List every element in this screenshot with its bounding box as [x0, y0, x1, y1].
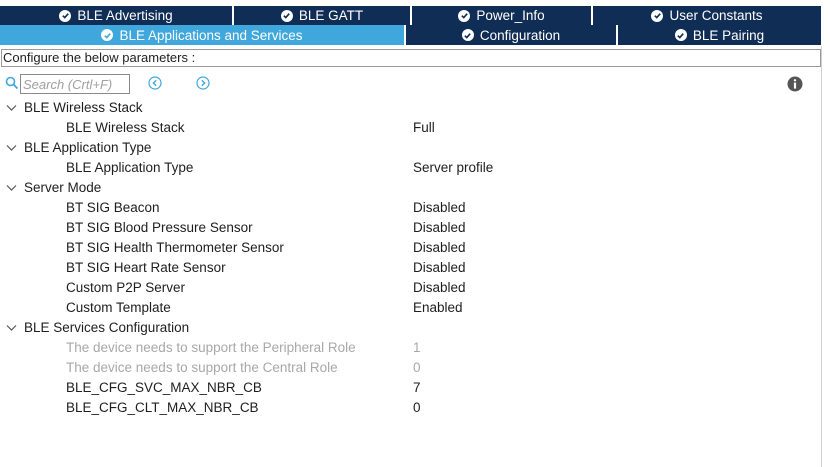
param-row[interactable]: Custom P2P Server Disabled	[0, 278, 830, 298]
check-circle-icon	[280, 9, 293, 22]
panel-edge	[821, 46, 822, 467]
param-label: BT SIG Heart Rate Sensor	[66, 260, 226, 275]
param-row[interactable]: BT SIG Blood Pressure Sensor Disabled	[0, 218, 830, 238]
group-ble-services-configuration[interactable]: BLE Services Configuration	[0, 318, 830, 338]
search-icon	[5, 76, 19, 90]
param-row[interactable]: BT SIG Heart Rate Sensor Disabled	[0, 258, 830, 278]
param-value[interactable]: Disabled	[413, 198, 466, 218]
group-ble-application-type[interactable]: BLE Application Type	[0, 138, 830, 158]
tab-user-constants[interactable]: User Constants	[593, 6, 821, 25]
tab-label: BLE Applications and Services	[119, 27, 303, 43]
check-circle-icon	[101, 29, 114, 41]
param-row[interactable]: BT SIG Beacon Disabled	[0, 198, 830, 218]
tab-label: Power_Info	[476, 8, 545, 23]
param-value[interactable]: 7	[413, 378, 421, 398]
param-row[interactable]: BT SIG Health Thermometer Sensor Disable…	[0, 238, 830, 258]
group-label: BLE Services Configuration	[24, 320, 190, 335]
param-value: 1	[413, 340, 421, 355]
param-value[interactable]: Enabled	[413, 298, 463, 318]
param-row[interactable]: BLE Wireless Stack Full	[0, 118, 830, 138]
param-value[interactable]: Disabled	[413, 238, 466, 258]
param-label: BLE_CFG_CLT_MAX_NBR_CB	[66, 400, 259, 415]
tab-label: User Constants	[669, 8, 763, 23]
param-value[interactable]: Disabled	[413, 218, 466, 238]
chevron-down-icon[interactable]	[6, 104, 17, 112]
param-label: Custom Template	[66, 300, 171, 315]
param-value[interactable]: Full	[413, 118, 435, 138]
parameter-tree: BLE Wireless Stack BLE Wireless Stack Fu…	[0, 98, 830, 418]
check-circle-icon	[674, 29, 687, 41]
param-row[interactable]: BLE_CFG_SVC_MAX_NBR_CB 7	[0, 378, 830, 398]
group-ble-wireless-stack[interactable]: BLE Wireless Stack	[0, 98, 830, 118]
tab-ble-gatt[interactable]: BLE GATT	[234, 6, 412, 25]
tab-bar: BLE Advertising BLE GATT Power_Info User…	[0, 0, 830, 46]
search-bar	[0, 72, 830, 96]
chevron-down-icon[interactable]	[6, 324, 17, 332]
param-row: The device needs to support the Peripher…	[0, 338, 830, 358]
check-circle-icon	[59, 9, 72, 22]
chevron-down-icon[interactable]	[6, 184, 17, 192]
param-row[interactable]: BLE Application Type Server profile	[0, 158, 830, 178]
info-icon[interactable]	[787, 76, 803, 92]
configure-parameters-label: Configure the below parameters :	[1, 49, 821, 67]
param-label: BLE_CFG_SVC_MAX_NBR_CB	[66, 380, 262, 395]
check-circle-icon	[651, 9, 664, 22]
param-label: The device needs to support the Peripher…	[66, 340, 356, 355]
check-circle-icon	[461, 29, 474, 41]
tab-ble-applications-and-services[interactable]: BLE Applications and Services	[0, 25, 406, 45]
param-value[interactable]: Server profile	[413, 158, 493, 178]
search-input[interactable]	[20, 74, 130, 94]
chevron-left-circle-icon[interactable]	[148, 76, 162, 90]
chevron-down-icon[interactable]	[6, 144, 17, 152]
param-row: The device needs to support the Central …	[0, 358, 830, 378]
param-label: BLE Application Type	[66, 160, 194, 175]
param-label: The device needs to support the Central …	[66, 360, 338, 375]
chevron-right-circle-icon[interactable]	[196, 76, 210, 90]
tab-configuration[interactable]: Configuration	[406, 25, 618, 45]
group-label: BLE Wireless Stack	[24, 100, 143, 115]
param-label: BLE Wireless Stack	[66, 120, 185, 135]
tab-label: Configuration	[479, 27, 561, 43]
param-value[interactable]: 0	[413, 398, 421, 418]
check-circle-icon	[458, 9, 471, 22]
param-label: Custom P2P Server	[66, 280, 186, 295]
tab-label: BLE GATT	[298, 8, 364, 23]
param-label: BT SIG Blood Pressure Sensor	[66, 220, 253, 235]
tab-ble-pairing[interactable]: BLE Pairing	[618, 25, 821, 45]
param-label: BT SIG Beacon	[66, 200, 160, 215]
group-server-mode[interactable]: Server Mode	[0, 178, 830, 198]
tab-label: BLE Pairing	[692, 27, 765, 43]
param-label: BT SIG Health Thermometer Sensor	[66, 240, 284, 255]
tab-power-info[interactable]: Power_Info	[412, 6, 593, 25]
tab-ble-advertising[interactable]: BLE Advertising	[0, 6, 234, 25]
param-row[interactable]: BLE_CFG_CLT_MAX_NBR_CB 0	[0, 398, 830, 418]
param-row[interactable]: Custom Template Enabled	[0, 298, 830, 318]
tab-label: BLE Advertising	[77, 8, 173, 23]
param-value: 0	[413, 360, 421, 375]
param-value[interactable]: Disabled	[413, 258, 466, 278]
group-label: Server Mode	[24, 180, 102, 195]
group-label: BLE Application Type	[24, 140, 152, 155]
param-value[interactable]: Disabled	[413, 278, 466, 298]
